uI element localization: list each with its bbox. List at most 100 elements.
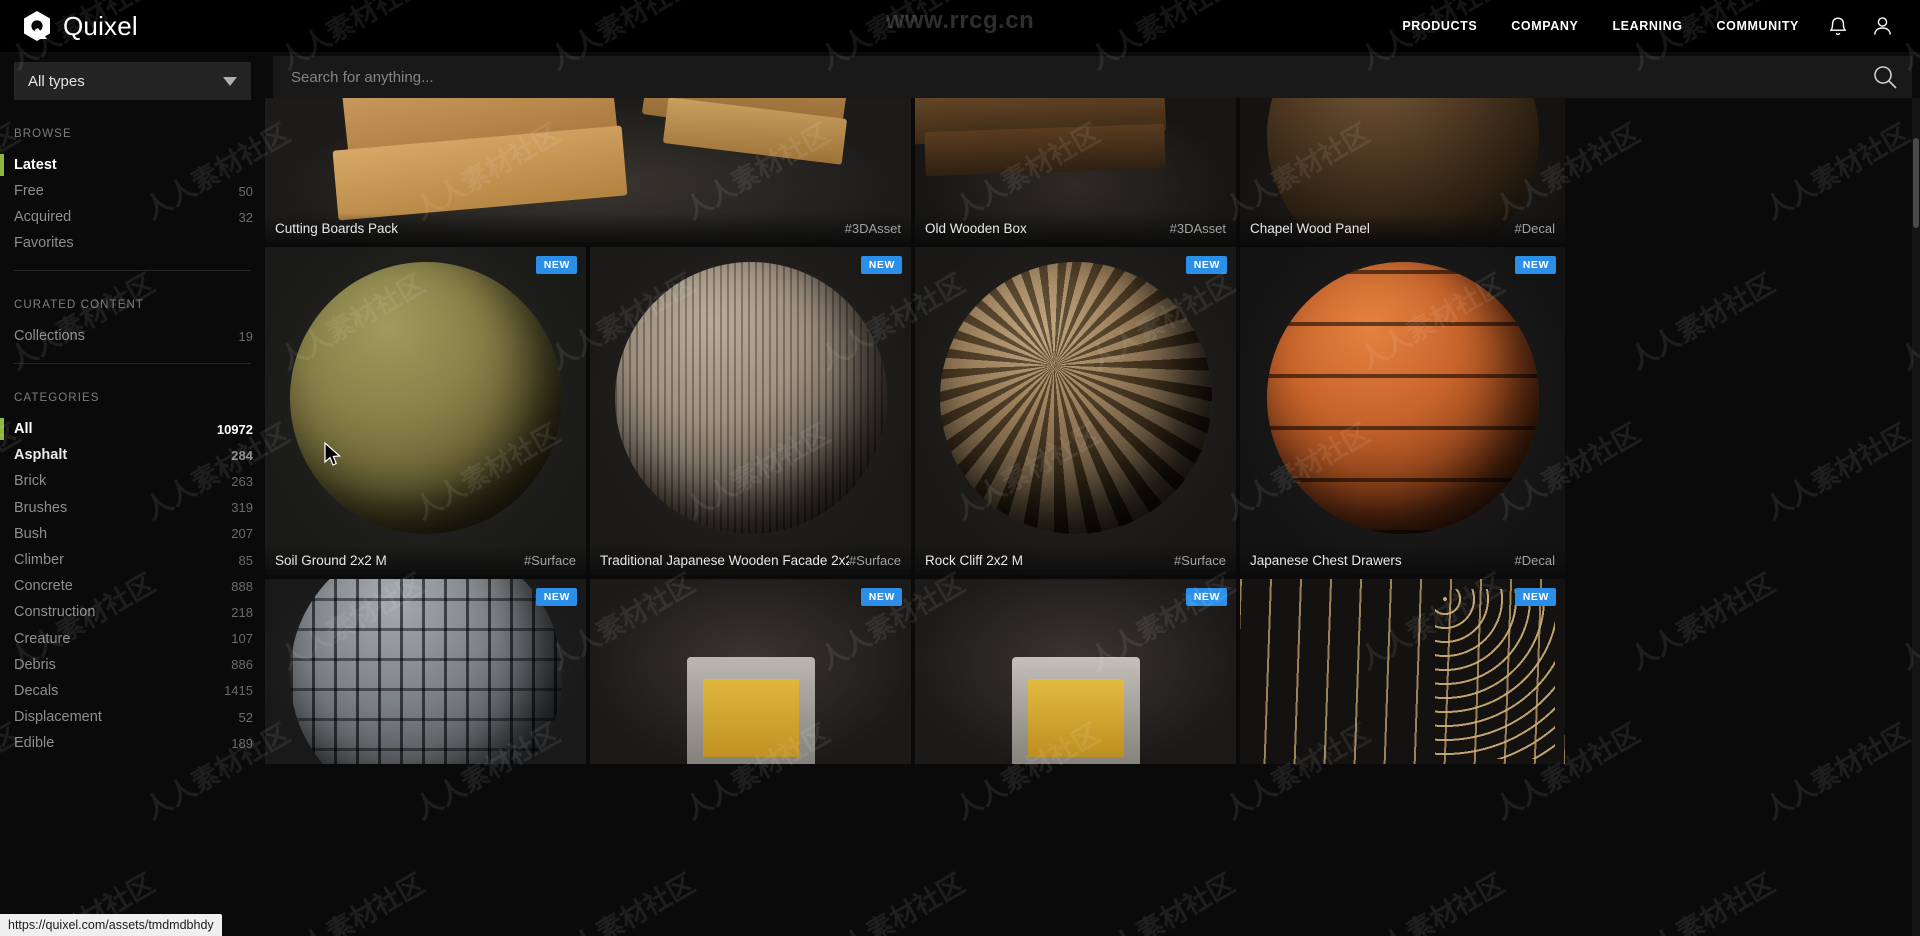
new-badge: NEW [1514,256,1556,274]
sidebar-item-edible[interactable]: Edible 189 [0,730,265,756]
material-sphere-preview [614,261,887,534]
sidebar-item-count: 284 [231,447,253,463]
asset-thumbnail [265,247,586,575]
sidebar-item-label: Debris [14,656,56,673]
search-icon[interactable] [1858,56,1912,98]
asset-card-dry-grass-atlas[interactable]: NEW [1240,579,1565,764]
asset-grid-row: Cutting Boards Pack #3DAsset Old Wooden … [265,98,1920,243]
scrollbar-thumb[interactable] [1913,138,1919,228]
asset-card-rock-cliff-2x2-m[interactable]: NEW Rock Cliff 2x2 M #Surface [915,247,1236,575]
quixel-cube-logo-icon [22,10,52,42]
asset-grid-row: NEW Soil Ground 2x2 M #Surface NEW Tradi… [265,247,1920,575]
sidebar: All types BROWSE Latest Free 50 Acquired… [0,52,265,936]
asset-card-japanese-chest-drawers[interactable]: NEW Japanese Chest Drawers #Decal [1240,247,1565,575]
asset-thumbnail [1240,579,1565,764]
new-badge: NEW [860,256,902,274]
sidebar-item-count: 52 [238,709,253,725]
sidebar-item-brushes[interactable]: Brushes 319 [0,495,265,521]
asset-card-yellow-crate-1[interactable]: NEW [590,579,911,764]
asset-card-soil-ground-2x2-m[interactable]: NEW Soil Ground 2x2 M #Surface [265,247,586,575]
asset-card-tag: #Decal [1514,552,1555,568]
sidebar-item-count: 888 [231,578,253,594]
status-bar-url-text: https://quixel.com/assets/tmdmdbhdy [8,918,214,932]
asset-card-footer: Japanese Chest Drawers #Decal [1240,545,1565,575]
asset-thumbnail [590,579,911,764]
user-account-icon[interactable] [1860,0,1904,52]
material-sphere-preview [1266,261,1539,534]
asset-card-tag: #3DAsset [844,220,901,236]
asset-card-footer: Traditional Japanese Wooden Facade 2x2 M… [590,545,911,575]
sidebar-item-label: Free [14,183,44,199]
new-badge: NEW [1185,588,1227,606]
asset-card-traditional-japanese-wooden-facade-2x2-m[interactable]: NEW Traditional Japanese Wooden Facade 2… [590,247,911,575]
sidebar-item-label: Decals [14,682,59,699]
asset-card-chapel-wood-panel[interactable]: Chapel Wood Panel #Decal [1240,98,1565,243]
asset-card-old-wooden-box[interactable]: Old Wooden Box #3DAsset [915,98,1236,243]
sidebar-item-count: 886 [231,657,253,673]
asset-card-tag: #Surface [848,552,901,568]
sidebar-item-label: Climber [14,552,64,569]
sidebar-divider-2 [14,363,251,364]
sidebar-item-label: Brushes [14,499,68,516]
search-input[interactable] [273,68,1858,86]
asset-card-tag: #Surface [523,552,576,568]
nav-links: PRODUCTS COMPANY LEARNING COMMUNITY [1385,0,1920,52]
sidebar-item-decals[interactable]: Decals 1415 [0,678,265,704]
sidebar-item-count: 218 [231,604,253,620]
nav-link-learning[interactable]: LEARNING [1595,0,1699,52]
sidebar-item-concrete[interactable]: Concrete 888 [0,573,265,599]
sidebar-item-label: Creature [14,630,71,647]
type-filter-dropdown[interactable]: All types [14,62,251,100]
sidebar-item-construction[interactable]: Construction 218 [0,599,265,625]
top-navigation-bar: Quixel www.rrcg.cn PRODUCTS COMPANY LEAR… [0,0,1920,52]
sidebar-section-categories-title: CATEGORIES [14,392,100,404]
sidebar-group-browse: Latest Free 50 Acquired 32 Favorites [0,152,265,256]
sidebar-item-collections[interactable]: Collections 19 [0,323,265,349]
asset-grid-row: NEW NEW NEW NEW [265,579,1920,764]
brand-logo[interactable]: Quixel [22,10,138,42]
asset-card-tag: #3DAsset [1169,220,1226,236]
sidebar-item-creature[interactable]: Creature 107 [0,626,265,652]
asset-card-title: Chapel Wood Panel [1250,220,1370,236]
material-sphere-preview [939,261,1212,534]
search-bar [273,56,1912,98]
nav-link-community[interactable]: COMMUNITY [1700,0,1816,52]
asset-card-cutting-boards-pack[interactable]: Cutting Boards Pack #3DAsset [265,98,911,243]
sidebar-item-label: Edible [14,735,55,752]
sidebar-item-asphalt[interactable]: Asphalt 284 [0,442,265,468]
bell-icon[interactable] [1816,0,1860,52]
sidebar-item-climber[interactable]: Climber 85 [0,547,265,573]
asset-card-title: Soil Ground 2x2 M [275,552,387,568]
sidebar-item-bush[interactable]: Bush 207 [0,521,265,547]
sidebar-group-categories: All 10972 Asphalt 284 Brick 263 Brushes … [0,416,265,756]
sidebar-item-favorites[interactable]: Favorites [0,230,265,256]
asset-card-title: Cutting Boards Pack [275,220,399,236]
sidebar-item-debris[interactable]: Debris 886 [0,652,265,678]
sidebar-item-label: Brick [14,473,47,490]
sidebar-item-displacement[interactable]: Displacement 52 [0,704,265,730]
sidebar-item-latest[interactable]: Latest [0,152,265,178]
sidebar-item-label: Construction [14,604,96,621]
asset-thumbnail [590,247,911,575]
sidebar-item-count: 32 [238,209,253,225]
sidebar-item-free[interactable]: Free 50 [0,178,265,204]
material-sphere-preview [289,579,562,764]
new-badge: NEW [535,588,577,606]
sidebar-item-count: 107 [231,631,253,647]
asset-card-yellow-crate-2[interactable]: NEW [915,579,1236,764]
sidebar-item-count: 263 [231,473,253,489]
sidebar-item-acquired[interactable]: Acquired 32 [0,204,265,230]
nav-link-products[interactable]: PRODUCTS [1385,0,1494,52]
sidebar-item-brick[interactable]: Brick 263 [0,468,265,494]
sidebar-item-all[interactable]: All 10972 [0,416,265,442]
sidebar-item-count: 10972 [216,421,253,437]
asset-card-roof-tiles[interactable]: NEW [265,579,586,764]
page-scrollbar[interactable] [1912,98,1920,936]
chevron-down-icon [223,73,237,90]
asset-thumbnail [915,247,1236,575]
asset-card-footer: Cutting Boards Pack #3DAsset [265,213,911,243]
asset-thumbnail [915,579,1236,764]
brand-wordmark: Quixel [63,10,138,41]
sidebar-group-curated: Collections 19 [0,323,265,349]
nav-link-company[interactable]: COMPANY [1494,0,1595,52]
